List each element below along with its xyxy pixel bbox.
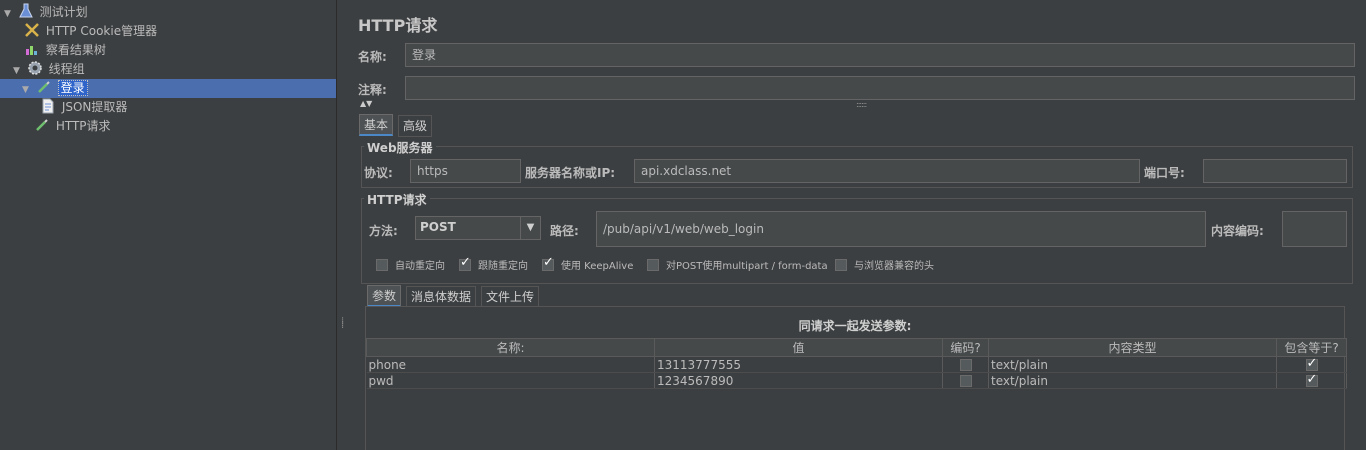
tab-params[interactable]: 参数 xyxy=(367,285,402,307)
params-table[interactable]: 名称: 值 编码? 内容类型 包含等于? phone 13113777555 t… xyxy=(366,338,1347,389)
expand-arrow-icon[interactable]: ▼ xyxy=(4,5,14,24)
follow-redirect-checkbox[interactable]: 跟随重定向 xyxy=(459,256,528,273)
gear-icon xyxy=(27,60,45,76)
param-value-cell[interactable]: 13113777555 xyxy=(654,356,943,373)
param-name-cell[interactable]: pwd xyxy=(366,372,655,389)
tree-item-view-results-tree[interactable]: 察看结果树 xyxy=(24,41,106,60)
method-value: POST xyxy=(420,220,456,234)
http-request-title: HTTP请求 xyxy=(364,191,430,208)
column-header-value[interactable]: 值 xyxy=(654,338,943,357)
param-encode-cell[interactable] xyxy=(942,372,989,389)
encoding-label: 内容编码: xyxy=(1211,224,1264,238)
port-input[interactable] xyxy=(1203,159,1347,183)
chevron-down-icon[interactable]: ▼ xyxy=(520,217,540,239)
tree-item-login[interactable]: ▼ 登录 xyxy=(0,79,336,98)
tools-icon xyxy=(24,22,42,38)
pipette-icon xyxy=(34,117,52,133)
name-input[interactable]: 登录 xyxy=(405,43,1355,67)
tree-item-label: HTTP Cookie管理器 xyxy=(45,24,158,38)
chart-icon xyxy=(24,41,42,57)
divider-grip-icon[interactable]: :::::: xyxy=(856,100,867,109)
table-row[interactable]: pwd 1234567890 text/plain xyxy=(366,372,1347,389)
tab-body-data[interactable]: 消息体数据 xyxy=(406,286,477,308)
checkbox-label: 跟随重定向 xyxy=(478,261,528,272)
panel-splitter[interactable] xyxy=(338,0,346,450)
tree-item-label: 测试计划 xyxy=(39,5,88,19)
document-icon xyxy=(40,98,58,114)
multipart-checkbox[interactable]: 对POST使用multipart / form-data xyxy=(647,259,828,273)
port-label: 端口号: xyxy=(1144,166,1185,180)
column-header-encode[interactable]: 编码? xyxy=(942,338,989,357)
server-label: 服务器名称或IP: xyxy=(525,166,616,180)
tree-item-test-plan[interactable]: ▼ 测试计划 xyxy=(4,3,88,22)
name-label: 名称: xyxy=(358,50,387,64)
tree-item-http-request[interactable]: HTTP请求 xyxy=(34,117,111,136)
checkbox-icon[interactable] xyxy=(959,374,972,387)
flask-icon xyxy=(18,3,36,19)
panel-title: HTTP请求 xyxy=(358,16,438,35)
tree-item-label: 登录 xyxy=(57,80,88,96)
param-name-cell[interactable]: phone xyxy=(366,356,655,373)
param-value-cell[interactable]: 1234567890 xyxy=(654,372,943,389)
checkbox-label: 与浏览器兼容的头 xyxy=(854,261,934,272)
checkbox-checked-icon[interactable] xyxy=(459,256,471,271)
checkbox-icon[interactable] xyxy=(959,358,972,371)
column-header-include-equals[interactable]: 包含等于? xyxy=(1276,338,1347,357)
column-header-name[interactable]: 名称: xyxy=(366,338,655,357)
checkbox-checked-icon[interactable] xyxy=(1305,357,1318,371)
checkbox-icon[interactable] xyxy=(376,259,388,271)
param-content-type-cell[interactable]: text/plain xyxy=(988,356,1277,373)
param-include-equals-cell[interactable] xyxy=(1276,356,1347,373)
param-content-type-cell[interactable]: text/plain xyxy=(988,372,1277,389)
column-header-content-type[interactable]: 内容类型 xyxy=(988,338,1277,357)
tree-item-cookie-manager[interactable]: HTTP Cookie管理器 xyxy=(24,22,157,41)
path-input[interactable]: /pub/api/v1/web/web_login xyxy=(596,211,1206,247)
http-request-panel: HTTP请求 名称: 登录 注释: ▲▼ :::::: 基本 高级 Web服务器… xyxy=(348,0,1366,450)
checkbox-label: 对POST使用multipart / form-data xyxy=(666,261,828,272)
web-server-title: Web服务器 xyxy=(364,139,436,156)
server-input[interactable]: api.xdclass.net xyxy=(634,159,1140,183)
protocol-input[interactable]: https xyxy=(410,159,521,183)
checkbox-checked-icon[interactable] xyxy=(1305,373,1318,387)
param-include-equals-cell[interactable] xyxy=(1276,372,1347,389)
params-panel: 同请求一起发送参数: 名称: 值 编码? 内容类型 包含等于? phone 13… xyxy=(365,306,1347,450)
tree-item-label: 线程组 xyxy=(48,62,85,76)
tree-item-json-extractor[interactable]: JSON提取器 xyxy=(40,98,127,117)
test-plan-tree: ▼ 测试计划 HTTP Cookie管理器 察看结果树 ▼ 线程组 ▼ 登录 J… xyxy=(0,0,337,450)
checkbox-label: 自动重定向 xyxy=(395,261,445,272)
tree-item-label: JSON提取器 xyxy=(61,100,128,114)
path-label: 路径: xyxy=(550,224,579,238)
method-label: 方法: xyxy=(369,224,398,238)
param-encode-cell[interactable] xyxy=(942,356,989,373)
checkbox-icon[interactable] xyxy=(647,259,659,271)
tab-basic[interactable]: 基本 xyxy=(359,114,394,136)
checkbox-checked-icon[interactable] xyxy=(542,256,554,271)
collapse-arrows-icon[interactable]: ▲▼ xyxy=(360,99,372,108)
tab-file-upload[interactable]: 文件上传 xyxy=(481,286,540,308)
checkbox-icon[interactable] xyxy=(835,259,847,271)
browser-headers-checkbox[interactable]: 与浏览器兼容的头 xyxy=(835,259,934,273)
method-select[interactable]: POST ▼ xyxy=(415,216,541,240)
params-header-row: 名称: 值 编码? 内容类型 包含等于? xyxy=(366,338,1347,357)
comment-label: 注释: xyxy=(358,83,387,97)
protocol-label: 协议: xyxy=(364,166,393,180)
params-caption: 同请求一起发送参数: xyxy=(798,319,912,333)
pipette-icon xyxy=(36,79,54,95)
table-row[interactable]: phone 13113777555 text/plain xyxy=(366,356,1347,373)
auto-redirect-checkbox[interactable]: 自动重定向 xyxy=(376,259,445,273)
tree-item-thread-group[interactable]: ▼ 线程组 xyxy=(13,60,85,79)
tree-item-label: 察看结果树 xyxy=(45,43,106,57)
tab-advanced[interactable]: 高级 xyxy=(398,115,433,137)
encoding-input[interactable] xyxy=(1282,211,1347,247)
checkbox-label: 使用 KeepAlive xyxy=(561,261,634,272)
tree-item-label: HTTP请求 xyxy=(55,119,111,133)
expand-arrow-icon[interactable]: ▼ xyxy=(22,81,32,100)
keepalive-checkbox[interactable]: 使用 KeepAlive xyxy=(542,256,634,273)
comment-input[interactable] xyxy=(405,76,1355,100)
splitter-grip-icon[interactable]: ⁞ ⁞ xyxy=(341,317,344,331)
